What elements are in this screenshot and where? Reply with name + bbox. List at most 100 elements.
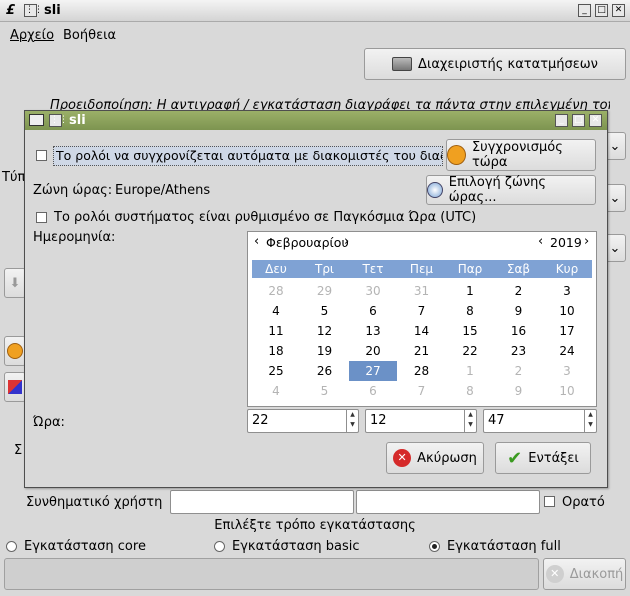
calendar-day[interactable]: 10 — [543, 301, 591, 321]
dialog-title: sli — [69, 113, 86, 128]
left-button-2[interactable] — [4, 336, 26, 366]
side-label-typ: Τύπ — [2, 170, 26, 185]
stop-button[interactable]: ✕ Διακοπή — [543, 558, 626, 590]
menu-file[interactable]: Αρχείο — [10, 28, 54, 43]
weekday-header: Τετ — [362, 262, 384, 276]
password-confirm-input[interactable] — [356, 490, 540, 514]
calendar-day[interactable]: 26 — [301, 361, 349, 381]
calendar-day[interactable]: 11 — [252, 321, 300, 341]
calendar-day[interactable]: 3 — [543, 361, 591, 381]
weekday-header: Δευ — [265, 262, 287, 276]
app-icon: £ — [6, 3, 16, 18]
calendar-day[interactable]: 21 — [398, 341, 446, 361]
minute-spin[interactable]: 12 ▲ ▼ — [365, 409, 477, 433]
window-menu-button[interactable]: ⋮⋮ — [24, 4, 43, 17]
dialog-window-menu-button[interactable]: ⋮⋮ — [49, 114, 68, 127]
calendar-day[interactable]: 31 — [398, 281, 446, 301]
calendar-day[interactable]: 12 — [301, 321, 349, 341]
date-label: Ημερομηνία: — [33, 230, 116, 245]
dialog-maximize-button[interactable]: □ — [572, 114, 585, 127]
radio-install-basic[interactable] — [214, 541, 225, 552]
ok-button[interactable]: ✔ Εντάξει — [495, 442, 591, 474]
minimize-button[interactable]: _ — [578, 4, 591, 17]
second-spin-arrows[interactable]: ▲ ▼ — [584, 410, 596, 432]
minute-value: 12 — [370, 413, 387, 428]
calendar-day[interactable]: 5 — [301, 301, 349, 321]
calendar-day[interactable]: 7 — [398, 301, 446, 321]
calendar-day[interactable]: 4 — [252, 381, 300, 401]
calendar-day[interactable]: 2 — [495, 281, 543, 301]
side-label-s: Σ — [14, 443, 23, 458]
weekday-header: Πεμ — [409, 262, 434, 276]
cancel-button[interactable]: ✕ Ακύρωση — [386, 442, 484, 474]
left-button-1[interactable]: ⬇ — [4, 268, 26, 298]
calendar-day[interactable]: 15 — [446, 321, 494, 341]
calendar-day[interactable]: 28 — [252, 281, 300, 301]
download-icon: ⬇ — [9, 275, 21, 291]
calendar-day[interactable]: 28 — [398, 361, 446, 381]
calendar-day-selected[interactable]: 27 — [349, 361, 397, 381]
close-button[interactable]: ✕ — [612, 4, 625, 17]
utc-checkbox[interactable] — [36, 212, 47, 223]
maximize-button[interactable]: □ — [595, 4, 608, 17]
ntp-checkbox[interactable] — [36, 150, 47, 161]
visible-checkbox[interactable] — [544, 496, 555, 507]
minute-spin-arrows[interactable]: ▲ ▼ — [464, 410, 476, 432]
calendar-day[interactable]: 24 — [543, 341, 591, 361]
ntp-label: Το ρολόι να συγχρονίζεται αυτόματα με δι… — [53, 146, 443, 166]
calendar-day[interactable]: 8 — [446, 381, 494, 401]
dialog-titlebar: ⋮⋮ sli _ □ ✕ — [25, 111, 607, 130]
left-button-3[interactable] — [4, 372, 26, 402]
radio-install-core[interactable] — [6, 541, 17, 552]
calendar-day[interactable]: 20 — [349, 341, 397, 361]
main-title: sli — [44, 3, 61, 18]
menubar: Αρχείο Βοήθεια — [0, 24, 630, 46]
calendar-day[interactable]: 9 — [495, 381, 543, 401]
calendar-day[interactable]: 8 — [446, 301, 494, 321]
hard-disk-icon — [392, 57, 413, 71]
calendar-day[interactable]: 19 — [301, 341, 349, 361]
password-input[interactable] — [170, 490, 354, 514]
calendar-day[interactable]: 2 — [495, 361, 543, 381]
radio-install-full[interactable] — [429, 541, 440, 552]
second-spin[interactable]: 47 ▲ ▼ — [483, 409, 597, 433]
calendar-day[interactable]: 17 — [543, 321, 591, 341]
calendar-day[interactable]: 3 — [543, 281, 591, 301]
weekday-header: Κυρ — [555, 262, 579, 276]
hour-spin-arrows[interactable]: ▲ ▼ — [346, 410, 358, 432]
calendar-day[interactable]: 6 — [349, 381, 397, 401]
calendar-day[interactable]: 10 — [543, 381, 591, 401]
second-value: 47 — [488, 413, 505, 428]
menu-help[interactable]: Βοήθεια — [63, 28, 116, 43]
calendar-day[interactable]: 16 — [495, 321, 543, 341]
calendar-day[interactable]: 25 — [252, 361, 300, 381]
checkmark-icon: ✔ — [507, 447, 523, 469]
choose-timezone-button[interactable]: Επιλογή ζώνης ώρας... — [426, 175, 596, 205]
calendar-day[interactable]: 4 — [252, 301, 300, 321]
partition-manager-button[interactable]: Διαχειριστής κατατμήσεων — [364, 48, 626, 80]
window-icon — [29, 114, 44, 126]
label-install-core: Εγκατάσταση core — [24, 539, 146, 554]
label-install-basic: Εγκατάσταση basic — [232, 539, 360, 554]
calendar-day[interactable]: 14 — [398, 321, 446, 341]
calendar-day[interactable]: 13 — [349, 321, 397, 341]
calendar[interactable]: ‹ Φεβρουαρίου › ‹ 2019 › Δευ Τρι Τετ Πεμ Παρ… — [247, 231, 597, 407]
dialog-minimize-button[interactable]: _ — [555, 114, 568, 127]
calendar-day[interactable]: 23 — [495, 341, 543, 361]
dialog-close-button[interactable]: ✕ — [589, 114, 602, 127]
calendar-day[interactable]: 29 — [301, 281, 349, 301]
calendar-day[interactable]: 7 — [398, 381, 446, 401]
calendar-day[interactable]: 30 — [349, 281, 397, 301]
calendar-day[interactable]: 1 — [446, 281, 494, 301]
clock-icon — [447, 145, 466, 165]
install-mode-label: Επιλέξτε τρόπο εγκατάστασης — [214, 518, 416, 533]
calendar-day[interactable]: 5 — [301, 381, 349, 401]
calendar-day[interactable]: 9 — [495, 301, 543, 321]
weekday-header: Τρι — [314, 262, 334, 276]
calendar-day[interactable]: 22 — [446, 341, 494, 361]
calendar-day[interactable]: 1 — [446, 361, 494, 381]
calendar-day[interactable]: 6 — [349, 301, 397, 321]
hour-spin[interactable]: 22 ▲ ▼ — [247, 409, 359, 433]
sync-now-button[interactable]: Συγχρονισμός τώρα — [446, 139, 596, 171]
calendar-day[interactable]: 18 — [252, 341, 300, 361]
